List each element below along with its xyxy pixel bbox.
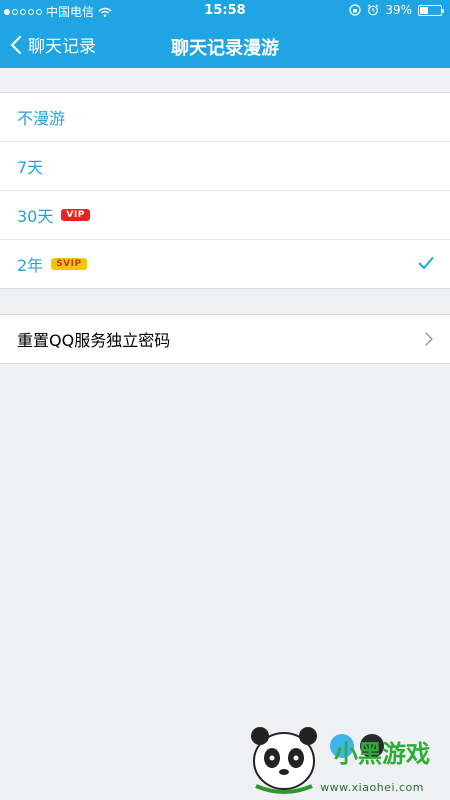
back-button[interactable]: 聊天记录 [10,32,96,57]
option-30-days[interactable]: 30天 VIP [0,190,450,239]
top-bar: 中国电信 15:58 39% 聊天记录 聊天记录漫游 [0,0,450,68]
carrier-name: 中国电信 [46,5,95,19]
option-no-roaming[interactable]: 不漫游 [0,93,450,141]
option-7-days[interactable]: 7天 [0,141,450,190]
back-label: 聊天记录 [28,37,96,57]
navigation-bar: 聊天记录 聊天记录漫游 [0,22,450,68]
wifi-icon [98,7,112,17]
page-title: 聊天记录漫游 [171,38,279,59]
svip-badge: SVIP [51,258,87,270]
signal-icon [4,8,42,15]
battery-percent: 39% [385,3,412,17]
reset-password-row[interactable]: 重置QQ服务独立密码 [0,315,450,363]
rotation-lock-icon [349,4,361,16]
status-right: 39% [349,3,444,17]
option-label: 30天 [17,207,54,226]
chevron-right-icon [425,332,433,346]
alarm-icon [367,4,379,16]
option-2-years[interactable]: 2年 SVIP [0,239,450,288]
roaming-options-list: 不漫游 7天 30天 VIP 2年 SVIP [0,92,450,289]
watermark-brand: 小黑游戏 [334,740,430,768]
watermark-logo: 小黑游戏 www.xiaohei.com [234,716,444,796]
checkmark-icon [418,257,434,269]
chevron-left-icon [10,35,22,54]
option-label: 不漫游 [17,109,66,128]
battery-icon [418,4,444,16]
vip-badge: VIP [61,209,90,221]
status-left: 中国电信 [4,3,112,20]
settings-list: 重置QQ服务独立密码 [0,314,450,364]
status-bar: 中国电信 15:58 39% [0,0,450,22]
option-label: 2年 [17,256,44,275]
reset-password-label: 重置QQ服务独立密码 [17,331,171,350]
watermark-url: www.xiaohei.com [320,781,424,794]
option-label: 7天 [17,158,44,177]
status-time: 15:58 [204,3,246,18]
